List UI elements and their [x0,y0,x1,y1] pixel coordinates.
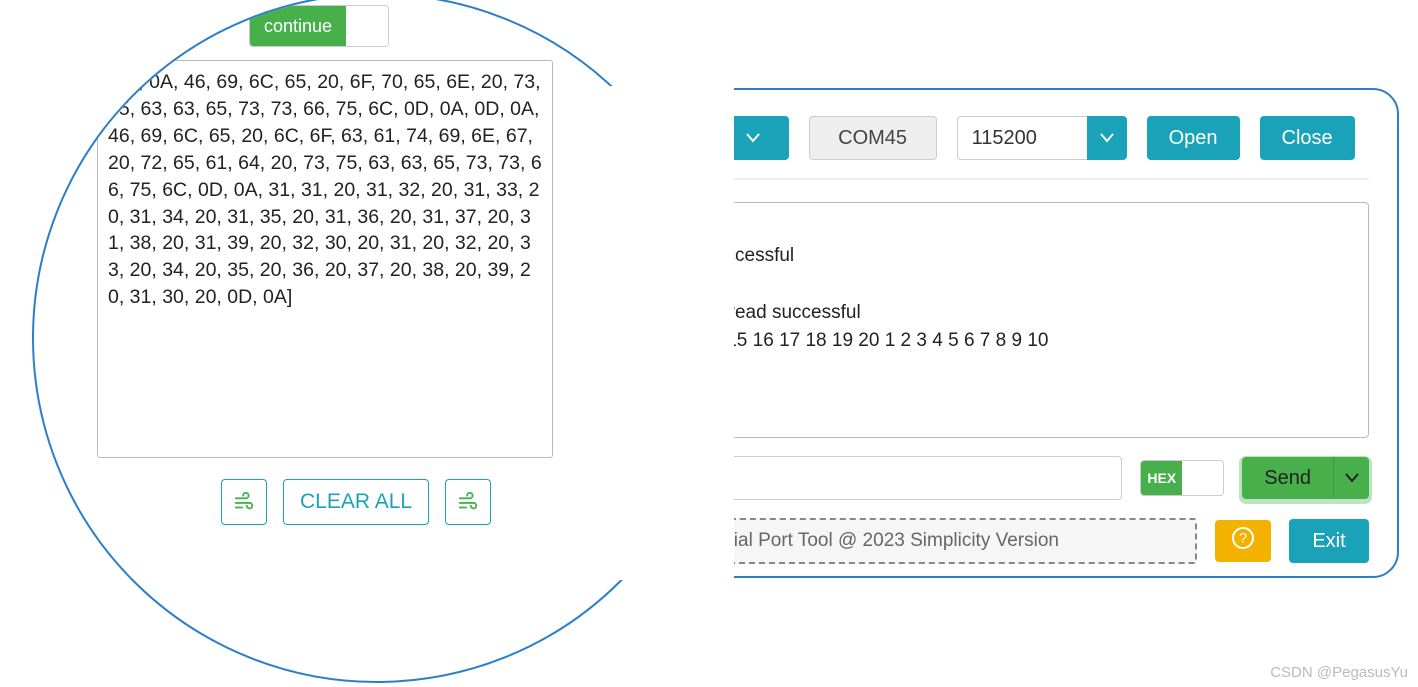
send-button[interactable]: Send [1242,457,1333,499]
continue-toggle-track [346,6,388,46]
continue-toggle[interactable]: continue [249,5,389,47]
layout-mask [574,86,734,580]
svg-text:?: ? [1239,530,1247,547]
hex-toggle-track [1182,461,1223,495]
send-dropdown-button[interactable] [1333,457,1369,499]
open-button[interactable]: Open [1147,116,1240,160]
wind-right-button[interactable] [445,479,491,525]
baud-group [957,116,1127,160]
wind-icon [457,491,479,513]
close-button[interactable]: Close [1260,116,1355,160]
hex-buttons-row: CLEAR ALL [221,479,491,525]
help-button[interactable]: ? [1215,520,1271,562]
question-icon: ? [1231,526,1255,550]
com-port-field[interactable] [809,116,937,160]
send-button-group: Send [1242,457,1369,499]
wind-icon [233,491,255,513]
caret-down-icon [746,133,760,143]
baud-dropdown-button[interactable] [1087,116,1127,160]
clear-all-button[interactable]: CLEAR ALL [283,479,429,525]
hex-toggle-label: HEX [1141,461,1182,495]
caret-down-icon [1100,133,1114,143]
caret-down-icon [1345,473,1359,483]
hex-dump-textarea[interactable]: [0D, 0A, 46, 69, 6C, 65, 20, 6F, 70, 65,… [97,60,553,458]
wind-left-button[interactable] [221,479,267,525]
watermark: CSDN @PegasusYu [1270,664,1408,681]
hex-toggle[interactable]: HEX [1140,460,1224,496]
continue-toggle-label: continue [250,6,346,46]
baud-rate-field[interactable] [957,116,1087,160]
exit-button[interactable]: Exit [1289,519,1369,563]
